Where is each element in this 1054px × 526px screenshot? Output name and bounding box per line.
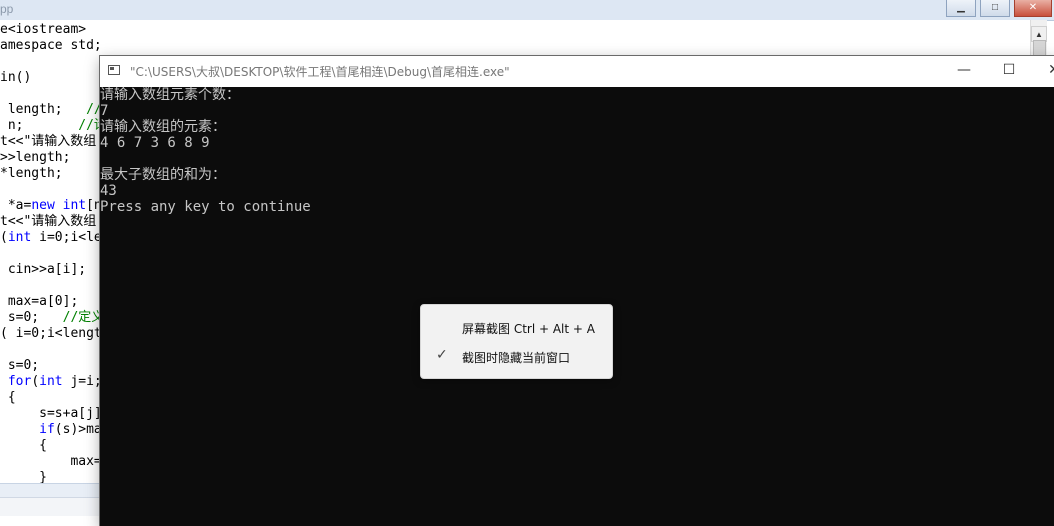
code-line: { — [0, 438, 47, 454]
code-text: s=s+a[j] — [0, 406, 102, 421]
console-window[interactable]: "C:\USERS\大叔\DESKTOP\软件工程\首尾相连\Debug\首尾相… — [100, 56, 1054, 526]
code-text: s=0; — [0, 358, 40, 373]
console-line: 请输入数组元素个数： — [100, 87, 240, 103]
code-line: cin>>a[i]; — [0, 262, 86, 278]
code-line: max= — [0, 454, 102, 470]
code-text: n; — [0, 118, 79, 133]
code-line: { — [0, 390, 16, 406]
code-line: t<<"请输入数组 — [0, 214, 96, 230]
code-text: ( — [0, 230, 8, 245]
code-line: s=s+a[j] — [0, 406, 102, 422]
code-text: >>length; — [0, 150, 71, 165]
code-comment: //定义 — [62, 310, 105, 325]
editor-title: pp — [0, 2, 14, 16]
console-line: 4 6 7 3 6 8 9 — [100, 135, 210, 151]
code-line: s=0; — [0, 358, 39, 374]
code-line: *length; — [0, 166, 63, 182]
code-text: e<iostream> — [0, 22, 87, 37]
code-line: ( i=0;i<lengt — [0, 326, 102, 342]
editor-maximize-button[interactable]: □ — [980, 0, 1010, 17]
code-text: amespace std; — [0, 38, 102, 53]
code-line: *a=new int[n — [0, 198, 102, 214]
menu-item-hide-window[interactable]: ✓ 截图时隐藏当前窗口 — [421, 342, 612, 370]
menu-item-screen-capture[interactable]: 屏幕截图 Ctrl + Alt + A — [421, 313, 612, 341]
console-maximize-button[interactable]: ☐ — [986, 56, 1032, 87]
editor-minimize-button[interactable]: ▁ — [946, 0, 976, 17]
code-text: t<<"请输入数组 — [0, 134, 97, 149]
code-text: ( — [31, 374, 40, 389]
code-keyword: new — [31, 198, 55, 213]
code-text: max= — [0, 454, 102, 469]
console-title: "C:\USERS\大叔\DESKTOP\软件工程\首尾相连\Debug\首尾相… — [130, 65, 510, 79]
console-line: Press any key to continue — [100, 199, 311, 215]
menu-item-label: 屏幕截图 Ctrl + Alt + A — [462, 322, 595, 336]
code-keyword: if — [39, 422, 55, 437]
code-text: j=i; — [62, 374, 102, 389]
code-line: in() — [0, 70, 31, 86]
code-text: s=0; — [0, 310, 63, 325]
console-line: 请输入数组的元素： — [100, 119, 226, 135]
code-text: ( i=0;i<lengt — [0, 326, 102, 341]
code-text: *a= — [0, 198, 32, 213]
code-keyword: for — [7, 374, 32, 389]
code-keyword: int — [39, 374, 63, 389]
code-text: max=a[0]; — [0, 294, 79, 309]
console-minimize-button[interactable]: — — [941, 56, 987, 87]
code-text: length; — [0, 102, 87, 117]
code-line: for(int j=i; — [0, 374, 102, 390]
code-text: i=0;i<le — [31, 230, 102, 245]
code-keyword: int — [62, 198, 87, 213]
code-line: length; //7 — [0, 102, 110, 118]
code-text: { — [0, 438, 47, 453]
code-line: amespace std; — [0, 38, 102, 54]
code-text: cin>>a[i]; — [0, 262, 87, 277]
menu-item-label: 截图时隐藏当前窗口 — [462, 351, 571, 365]
code-line: max=a[0]; — [0, 294, 78, 310]
editor-close-button[interactable]: ✕ — [1014, 0, 1052, 17]
code-text: in() — [0, 70, 32, 85]
code-keyword: int — [7, 230, 32, 245]
code-text: *length; — [0, 166, 63, 181]
code-text: { — [0, 390, 16, 405]
code-line: s=0; //定义 — [0, 310, 104, 326]
code-line: >>length; — [0, 150, 70, 166]
code-line: e<iostream> — [0, 22, 86, 38]
console-app-icon — [108, 65, 120, 75]
code-line: t<<"请输入数组 — [0, 134, 96, 150]
code-line: if(s)>max — [0, 422, 109, 438]
console-line: 7 — [100, 103, 109, 119]
console-line: 43 — [100, 183, 117, 199]
code-line: n; //请 — [0, 118, 107, 134]
editor-titlebar: pp ▁ □ ✕ — [0, 0, 1054, 21]
checkmark-icon: ✓ — [436, 347, 448, 363]
code-line: (int i=0;i<le — [0, 230, 102, 246]
console-titlebar[interactable]: "C:\USERS\大叔\DESKTOP\软件工程\首尾相连\Debug\首尾相… — [100, 56, 1054, 87]
console-close-button[interactable]: ✕ — [1031, 56, 1054, 87]
screenshot-context-menu: 屏幕截图 Ctrl + Alt + A ✓ 截图时隐藏当前窗口 — [420, 304, 613, 379]
code-text: t<<"请输入数组 — [0, 214, 97, 229]
console-line: 最大子数组的和为： — [100, 167, 226, 183]
